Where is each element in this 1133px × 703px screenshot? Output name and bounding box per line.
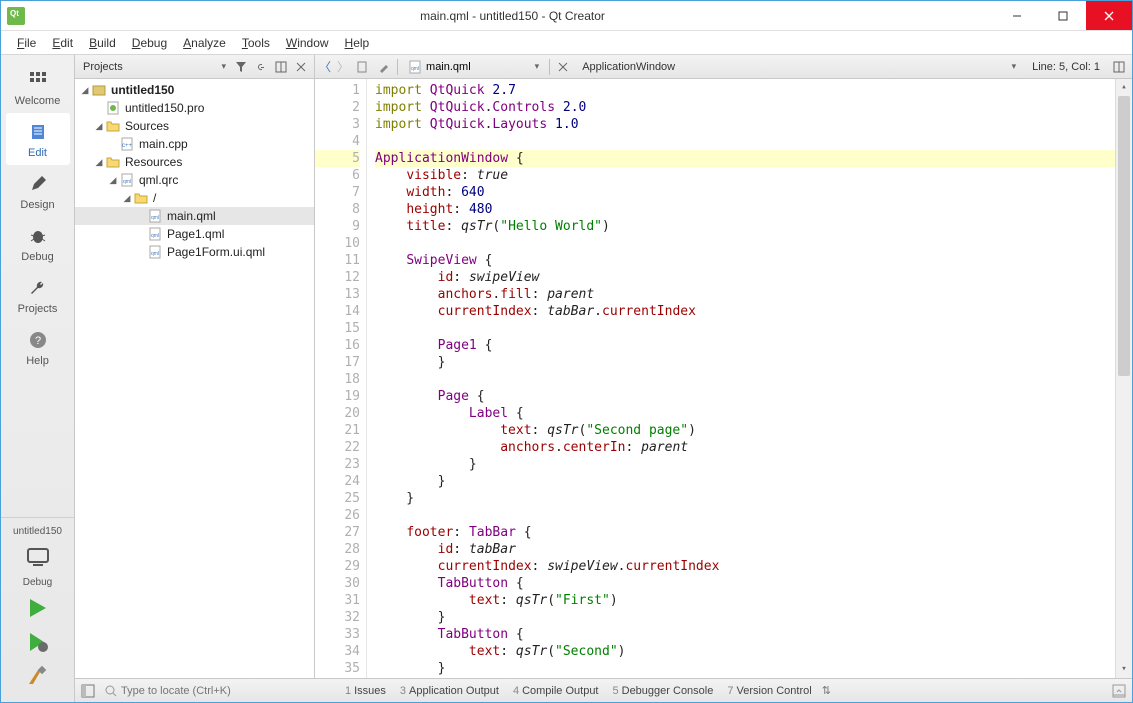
debug-run-button[interactable] [24,628,52,656]
cpp-file-icon: c++ [119,137,135,151]
qt-app-icon [7,7,25,25]
tree-main-cpp[interactable]: c++ main.cpp [75,135,314,153]
tree-slash-folder[interactable]: ◢ / [75,189,314,207]
minimize-button[interactable] [994,1,1040,30]
code-editor[interactable]: 1234◢5678910◢1112131415◢161718◢19◢202122… [315,79,1132,678]
output-pane-issues[interactable]: 1Issues [345,685,386,697]
menu-tools[interactable]: Tools [234,33,278,53]
output-pane-application-output[interactable]: 3Application Output [400,685,499,697]
project-tree[interactable]: ◢ untitled150 untitled150.pro ◢ Sources [75,79,314,678]
qt-file-icon [105,101,121,115]
locator-input[interactable] [121,685,301,697]
tree-resources-folder[interactable]: ◢ Resources [75,153,314,171]
folder-icon [105,119,121,133]
projects-sidebar: Projects ▾ ◢ untitled150 [75,55,315,678]
svg-text:qml: qml [151,215,159,221]
close-document-icon[interactable] [554,58,572,76]
close-button[interactable] [1086,1,1132,30]
tree-page1-qml[interactable]: qml Page1.qml [75,225,314,243]
help-icon: ? [25,327,51,353]
menu-edit[interactable]: Edit [44,33,81,53]
tree-pro-file[interactable]: untitled150.pro [75,99,314,117]
scroll-down-icon[interactable]: ▾ [1116,661,1132,678]
tree-project-root[interactable]: ◢ untitled150 [75,81,314,99]
mode-bar: Welcome Edit Design Debug [1,55,75,702]
svg-text:?: ? [34,335,40,347]
menubar: File Edit Build Debug Analyze Tools Wind… [1,31,1132,55]
svg-text:qml: qml [151,251,159,257]
wrench-icon [25,275,51,301]
symbol-selector[interactable]: ApplicationWindow ▾ [576,61,1022,73]
close-sidebar-icon[interactable] [292,58,310,76]
folder-icon [105,155,121,169]
qt-creator-window: main.qml - untitled150 - Qt Creator File… [0,0,1133,703]
mode-design[interactable]: Design [6,165,70,217]
document-icon [25,119,51,145]
mode-edit[interactable]: Edit [6,113,70,165]
tree-qrc-file[interactable]: ◢ qml qml.qrc [75,171,314,189]
scroll-up-icon[interactable]: ▴ [1116,79,1132,96]
nav-forward-button[interactable]: 〉 [337,58,349,75]
output-pane-version-control[interactable]: 7Version Control [727,685,811,697]
pencil-icon [25,171,51,197]
menu-file[interactable]: File [9,33,44,53]
tree-page1form-qml[interactable]: qml Page1Form.ui.qml [75,243,314,261]
folder-icon [133,191,149,205]
menu-analyze[interactable]: Analyze [175,33,234,53]
target-kit-label: Debug [23,577,52,588]
bug-icon [25,223,51,249]
locator[interactable] [105,685,335,697]
scrollbar-thumb[interactable] [1118,96,1130,376]
maximize-button[interactable] [1040,1,1086,30]
writable-icon[interactable] [375,58,393,76]
svg-text:qml: qml [151,233,159,239]
mode-welcome[interactable]: Welcome [6,61,70,113]
mode-help[interactable]: ? Help [6,321,70,373]
vertical-scrollbar[interactable]: ▴ ▾ [1115,79,1132,678]
mode-debug[interactable]: Debug [6,217,70,269]
project-icon [91,83,107,97]
mode-projects[interactable]: Projects [6,269,70,321]
menu-help[interactable]: Help [337,33,378,53]
pane-selector-icon[interactable]: ⇅ [822,684,831,697]
target-project-label: untitled150 [13,526,62,537]
qml-file-icon: qml [119,173,135,187]
split-icon[interactable] [272,58,290,76]
qml-file-icon: qml [147,227,163,241]
qml-file-icon: qml [408,60,422,74]
build-button[interactable] [24,662,52,690]
qml-file-icon: qml [147,209,163,223]
menu-debug[interactable]: Debug [124,33,175,53]
split-editor-icon[interactable] [1110,58,1128,76]
bookmark-icon[interactable] [353,58,371,76]
sidebar-view-selector[interactable]: Projects ▾ [79,61,230,73]
open-file-selector[interactable]: qml main.qml ▾ [402,60,545,74]
nav-back-button[interactable]: 〈 [319,58,331,75]
svg-text:qml: qml [411,66,419,72]
bottom-bar: 1Issues 3Application Output 4Compile Outpu… [75,678,1132,702]
svg-text:c++: c++ [122,143,133,149]
search-icon [105,685,117,697]
tree-main-qml[interactable]: qml main.qml [75,207,314,225]
line-column-indicator[interactable]: Line: 5, Col: 1 [1026,61,1106,73]
filter-icon[interactable] [232,58,250,76]
editor-area: 〈 〉 qml main.qml ▾ [315,55,1132,678]
toggle-right-sidebar-icon[interactable] [1112,684,1126,698]
window-title: main.qml - untitled150 - Qt Creator [31,9,994,23]
link-icon[interactable] [252,58,270,76]
menu-build[interactable]: Build [81,33,124,53]
target-selector[interactable] [24,543,52,571]
grid-icon [25,67,51,93]
menu-window[interactable]: Window [278,33,337,53]
titlebar: main.qml - untitled150 - Qt Creator [1,1,1132,31]
svg-text:qml: qml [123,179,131,185]
toggle-sidebar-icon[interactable] [81,684,95,698]
output-pane-debugger-console[interactable]: 5Debugger Console [613,685,714,697]
qml-file-icon: qml [147,245,163,259]
output-pane-compile-output[interactable]: 4Compile Output [513,685,599,697]
run-button[interactable] [24,594,52,622]
tree-sources-folder[interactable]: ◢ Sources [75,117,314,135]
